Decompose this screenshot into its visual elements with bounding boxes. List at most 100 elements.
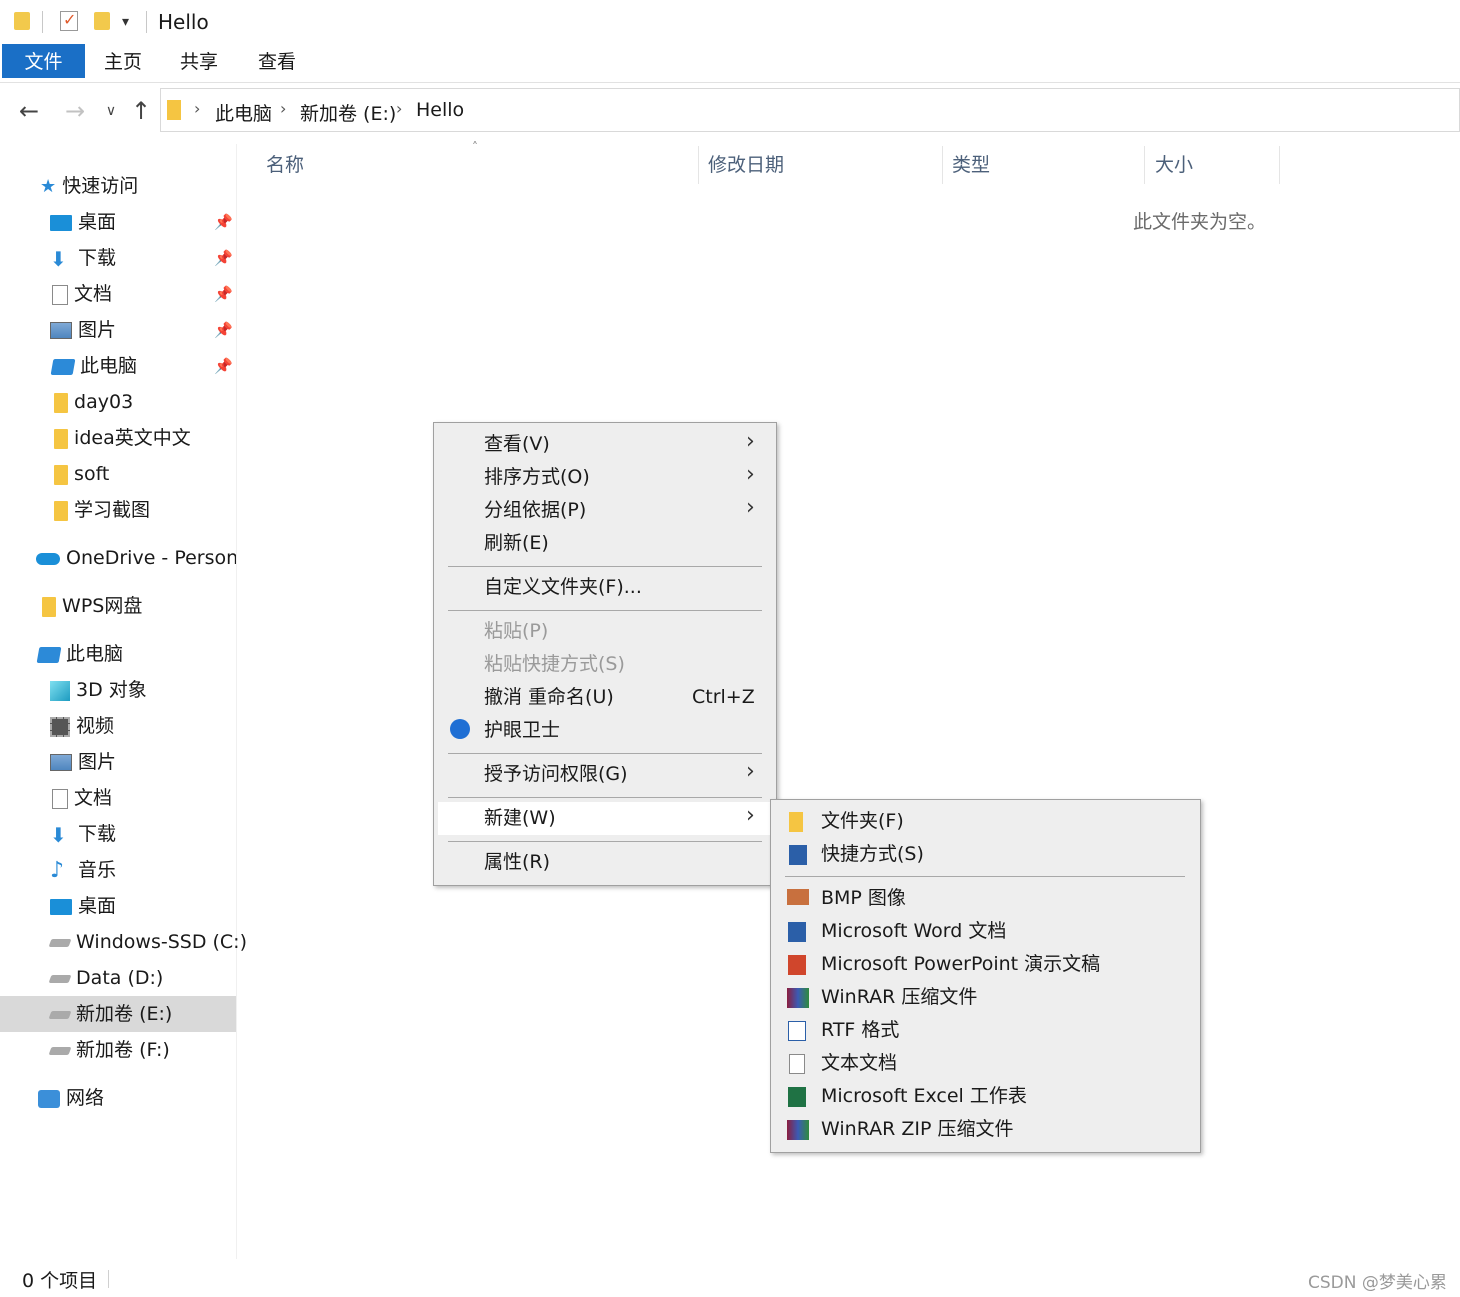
menu-item-undo-rename[interactable]: 撤消 重命名(U): [484, 681, 614, 714]
tab-home[interactable]: 主页: [92, 44, 154, 78]
sidebar-item-drive-c[interactable]: Windows-SSD (C:): [0, 924, 247, 960]
divider: [146, 11, 147, 33]
menu-separator: [448, 610, 762, 611]
sidebar-item-desktop-pc[interactable]: 桌面: [0, 888, 236, 924]
sidebar-item-documents[interactable]: 文档 📌: [0, 276, 236, 312]
breadcrumb-drive-e[interactable]: 新加卷 (E:): [300, 99, 396, 126]
sidebar-item-soft[interactable]: soft: [0, 456, 236, 492]
sidebar-item-videos[interactable]: 视频: [0, 708, 236, 744]
menu-item-paste[interactable]: 粘贴(P): [484, 615, 548, 648]
excel-icon: [788, 1087, 806, 1107]
recent-locations-chevron-icon[interactable]: ∨: [96, 96, 126, 126]
sidebar-item-drive-f[interactable]: 新加卷 (F:): [0, 1032, 236, 1068]
column-name[interactable]: 名称: [266, 148, 304, 184]
tab-share[interactable]: 共享: [168, 44, 230, 78]
sidebar-item-quick-access[interactable]: ★ 快速访问: [0, 168, 236, 204]
sidebar-item-day03[interactable]: day03: [0, 384, 236, 420]
submenu-item-rtf[interactable]: RTF 格式: [821, 1014, 899, 1047]
properties-icon[interactable]: ✓: [60, 10, 78, 31]
forward-arrow-icon[interactable]: →: [60, 96, 90, 126]
breadcrumb-hello[interactable]: Hello: [416, 99, 464, 121]
menu-item-new[interactable]: 新建(W): [438, 802, 770, 835]
menu-item-give-access[interactable]: 授予访问权限(G): [484, 758, 628, 791]
column-divider[interactable]: [942, 146, 943, 184]
chevron-right-icon[interactable]: ›: [280, 99, 286, 118]
chevron-right-icon[interactable]: ›: [194, 99, 200, 118]
network-icon: [38, 1089, 60, 1108]
menu-item-paste-shortcut[interactable]: 粘贴快捷方式(S): [484, 648, 625, 681]
folder-icon: [54, 392, 68, 413]
tab-file[interactable]: 文件: [2, 44, 85, 78]
pin-icon[interactable]: 📌: [214, 312, 233, 348]
sidebar-item-wps[interactable]: WPS网盘: [0, 588, 236, 624]
up-arrow-icon[interactable]: ↑: [126, 96, 156, 126]
drive-icon: [48, 938, 72, 947]
computer-icon: [50, 358, 76, 375]
folder-icon: [789, 812, 803, 832]
pin-icon[interactable]: 📌: [214, 240, 233, 276]
submenu-item-shortcut[interactable]: 快捷方式(S): [821, 838, 924, 871]
sidebar-item-desktop[interactable]: 桌面 📌: [0, 204, 236, 240]
sidebar-item-onedrive[interactable]: OneDrive - Personal: [0, 540, 236, 576]
customize-toolbar-icon[interactable]: ▾: [122, 14, 129, 30]
column-date-modified[interactable]: 修改日期: [708, 148, 784, 184]
tab-view[interactable]: 查看: [246, 44, 308, 78]
folder-icon: [167, 100, 181, 120]
sidebar-item-pictures[interactable]: 图片 📌: [0, 312, 236, 348]
back-arrow-icon[interactable]: ←: [14, 96, 44, 126]
column-divider[interactable]: [1144, 146, 1145, 184]
submenu-item-winrar-zip[interactable]: WinRAR ZIP 压缩文件: [821, 1113, 1013, 1146]
sidebar-item-downloads-pc[interactable]: ⬇ 下载: [0, 816, 236, 852]
submenu-item-folder[interactable]: 文件夹(F): [821, 805, 904, 838]
sidebar-item-3d-objects[interactable]: 3D 对象: [0, 672, 236, 708]
menu-item-sort-by[interactable]: 排序方式(O): [484, 461, 590, 494]
submenu-item-powerpoint[interactable]: Microsoft PowerPoint 演示文稿: [821, 948, 1100, 981]
menu-item-customize-folder[interactable]: 自定义文件夹(F)...: [484, 571, 642, 604]
sort-ascending-icon: ˄: [472, 140, 478, 154]
sidebar-item-documents-pc[interactable]: 文档: [0, 780, 236, 816]
sidebar-divider: [236, 144, 237, 1259]
bmp-image-icon: [787, 889, 809, 905]
sidebar-item-this-pc-quick[interactable]: 此电脑 📌: [0, 348, 236, 384]
download-arrow-icon: ⬇: [50, 822, 67, 847]
sidebar-item-network[interactable]: 网络: [0, 1080, 236, 1116]
sidebar-item-downloads[interactable]: ⬇ 下载 📌: [0, 240, 236, 276]
picture-icon: [50, 322, 72, 339]
pin-icon[interactable]: 📌: [214, 276, 233, 312]
column-divider[interactable]: [698, 146, 699, 184]
submenu-item-winrar[interactable]: WinRAR 压缩文件: [821, 981, 977, 1014]
submenu-item-bmp[interactable]: BMP 图像: [821, 882, 906, 915]
menu-item-eye-guard[interactable]: 护眼卫士: [484, 714, 560, 747]
document-icon: [52, 284, 68, 305]
sidebar-item-drive-d[interactable]: Data (D:): [0, 960, 236, 996]
menu-item-group-by[interactable]: 分组依据(P): [484, 494, 586, 527]
menu-item-refresh[interactable]: 刷新(E): [484, 527, 549, 560]
desktop-icon: [50, 898, 72, 915]
sidebar-item-this-pc[interactable]: 此电脑: [0, 636, 236, 672]
new-folder-icon[interactable]: [94, 12, 110, 30]
submenu-item-word[interactable]: Microsoft Word 文档: [821, 915, 1006, 948]
folder-icon: [54, 464, 68, 485]
download-arrow-icon: ⬇: [50, 246, 67, 271]
sidebar-item-idea[interactable]: idea英文中文: [0, 420, 236, 456]
submenu-item-excel[interactable]: Microsoft Excel 工作表: [821, 1080, 1027, 1113]
sidebar-item-drive-e[interactable]: 新加卷 (E:): [0, 996, 236, 1032]
drive-icon: [48, 974, 72, 983]
column-type[interactable]: 类型: [952, 148, 990, 184]
pin-icon[interactable]: 📌: [214, 348, 233, 384]
column-size[interactable]: 大小: [1155, 148, 1193, 184]
sidebar-item-pictures-pc[interactable]: 图片: [0, 744, 236, 780]
pin-icon[interactable]: 📌: [214, 204, 233, 240]
column-divider[interactable]: [1279, 146, 1280, 184]
chevron-right-icon[interactable]: ›: [396, 99, 402, 118]
sidebar-item-music[interactable]: ♪ 音乐: [0, 852, 236, 888]
breadcrumb-this-pc[interactable]: 此电脑: [215, 99, 272, 126]
menu-item-view[interactable]: 查看(V): [484, 428, 550, 461]
cloud-icon: [36, 552, 60, 565]
sidebar-item-study-screenshots[interactable]: 学习截图: [0, 492, 236, 528]
folder-icon: [42, 596, 56, 617]
menu-item-properties[interactable]: 属性(R): [484, 846, 550, 879]
submenu-item-text[interactable]: 文本文档: [821, 1047, 897, 1080]
divider: [42, 11, 43, 33]
undo-shortcut: Ctrl+Z: [692, 686, 755, 708]
